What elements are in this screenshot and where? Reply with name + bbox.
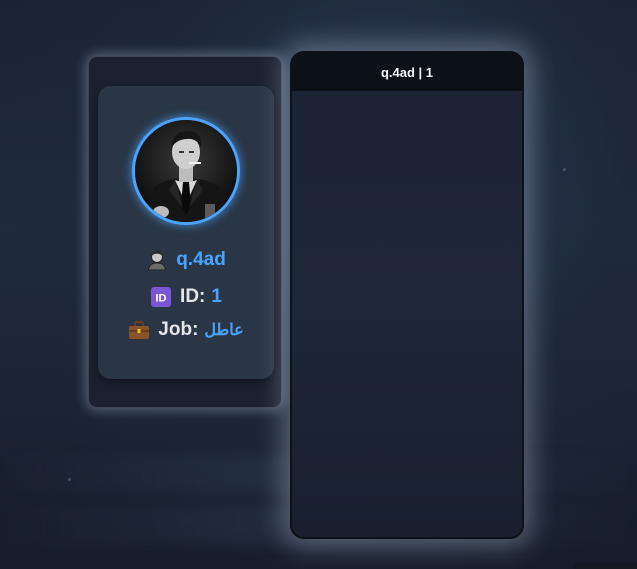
profile-card: q.4ad ID ID: 1 Job: عاطل bbox=[88, 56, 282, 408]
job-value: عاطل bbox=[204, 322, 244, 339]
briefcase-icon bbox=[128, 319, 150, 341]
avatar-photo bbox=[135, 120, 237, 222]
panel-title: q.4ad | 1 bbox=[380, 64, 434, 80]
id-badge-icon: ID bbox=[150, 286, 172, 308]
id-value: 1 bbox=[211, 286, 222, 307]
job-label: Job: bbox=[158, 319, 199, 340]
panel-header: q.4ad | 1 bbox=[292, 53, 522, 91]
svg-text:ID: ID bbox=[156, 293, 167, 305]
profile-id-row: ID ID: 1 bbox=[98, 286, 274, 308]
corner-element bbox=[573, 563, 637, 569]
profile-name-row: q.4ad bbox=[98, 249, 274, 271]
profile-name: q.4ad bbox=[176, 249, 226, 270]
background-particle bbox=[68, 478, 71, 481]
profile-card-inner: q.4ad ID ID: 1 Job: عاطل bbox=[98, 86, 274, 379]
avatar bbox=[132, 117, 240, 225]
person-icon bbox=[146, 249, 168, 271]
background-particle bbox=[563, 168, 566, 171]
id-label: ID: bbox=[180, 286, 206, 307]
profile-job-row: Job: عاطل bbox=[98, 319, 274, 341]
chat-panel[interactable]: q.4ad | 1 bbox=[290, 51, 524, 539]
